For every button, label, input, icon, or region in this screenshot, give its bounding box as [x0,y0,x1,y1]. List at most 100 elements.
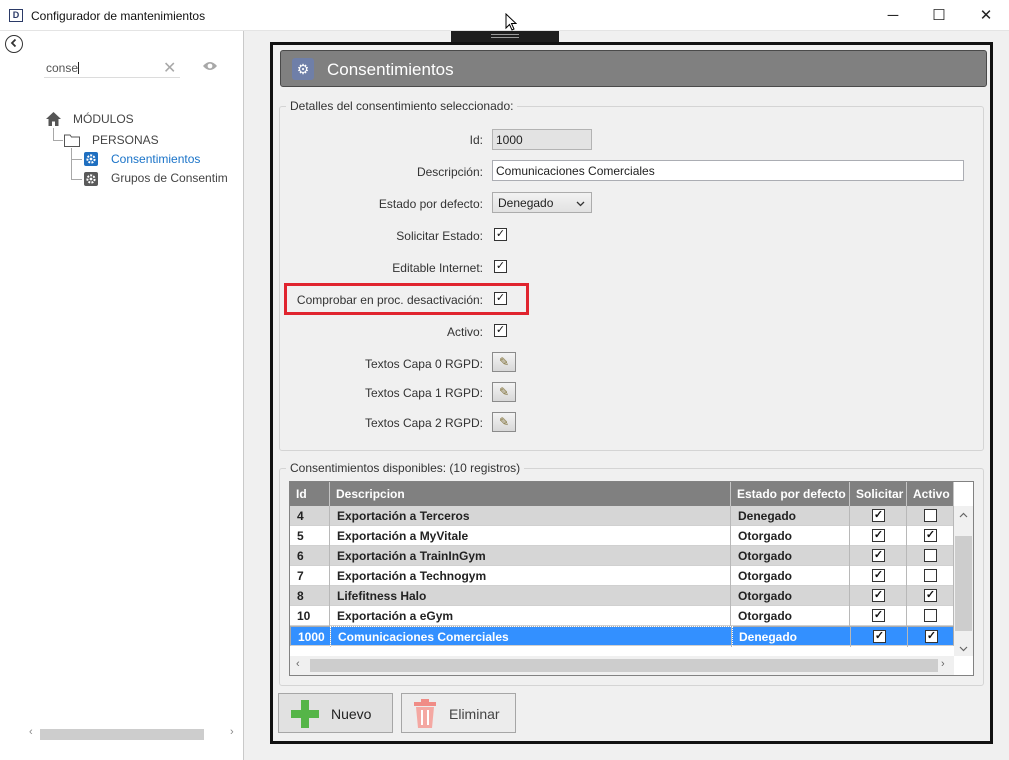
solicitar-checkbox[interactable]: ✓ [872,509,885,522]
consentimientos-table: Id Descripcion Estado por defecto Solici… [289,481,974,676]
textos1-edit-button[interactable]: ✎ [492,382,516,402]
id-field[interactable]: 1000 [492,129,592,150]
cell-estado: Otorgado [731,566,850,586]
column-header-estado[interactable]: Estado por defecto [731,482,850,506]
scroll-left-icon[interactable]: ‹ [29,726,33,738]
textos2-label: Textos Capa 2 RGPD: [364,416,483,430]
cell-id: 5 [290,526,330,546]
textos2-edit-button[interactable]: ✎ [492,412,516,432]
scroll-up-icon[interactable] [959,512,968,518]
back-button[interactable] [5,35,23,53]
tree-connector [53,128,54,140]
table-row[interactable]: 1000 Comunicaciones Comerciales Denegado ✓ ✓ [290,626,955,648]
activo-checkbox[interactable] [924,569,937,582]
cell-id: 4 [290,506,330,526]
scroll-down-icon[interactable] [959,646,968,652]
solicitar-checkbox[interactable]: ✓ [872,549,885,562]
activo-label: Activo: [446,325,483,339]
highlight-box [284,283,529,315]
eye-icon[interactable] [202,60,218,72]
solicitar-checkbox[interactable]: ✓ [494,228,507,241]
scroll-left-icon[interactable]: ‹ [296,658,300,670]
cell-solicitar: ✓ [851,627,908,647]
activo-checkbox[interactable]: ✓ [925,630,938,643]
eliminar-button[interactable]: Eliminar [401,693,516,733]
column-header-id[interactable]: Id [290,482,330,506]
gear-icon [84,172,98,186]
gear-icon: ⚙ [292,58,314,80]
clear-search-icon[interactable]: ✕ [163,58,176,78]
table-row[interactable]: 4 Exportación a Terceros Denegado ✓ [290,506,954,526]
solicitar-checkbox[interactable]: ✓ [872,569,885,582]
table-row[interactable]: 7 Exportación a Technogym Otorgado ✓ [290,566,954,586]
column-header-descripcion[interactable]: Descripcion [330,482,731,506]
tree-root-modulos[interactable]: MÓDULOS [73,112,134,126]
cell-id: 7 [290,566,330,586]
eliminar-button-label: Eliminar [449,706,500,722]
scroll-right-icon[interactable]: › [941,658,945,670]
close-button[interactable]: ✕ [963,0,1009,31]
search-input[interactable]: conse [44,58,180,78]
cell-activo [907,506,954,526]
cell-descripcion: Exportación a eGym [330,606,731,626]
solicitar-label: Solicitar Estado: [396,229,483,243]
tree-item-consentimientos[interactable]: Consentimientos [111,152,200,166]
nuevo-button-label: Nuevo [331,706,372,722]
mouse-cursor-icon [505,13,517,31]
activo-checkbox[interactable]: ✓ [924,529,937,542]
table-vertical-scrollbar[interactable] [954,506,973,656]
scroll-right-icon[interactable]: › [230,726,234,738]
tree-connector [71,159,82,160]
tree-connector [53,140,63,141]
solicitar-checkbox[interactable]: ✓ [872,589,885,602]
plus-icon [291,700,319,728]
column-header-activo[interactable]: Activo [907,482,954,506]
descripcion-field[interactable]: Comunicaciones Comerciales [492,160,964,181]
solicitar-checkbox[interactable]: ✓ [872,529,885,542]
minimize-button[interactable]: ─ [870,0,916,31]
scroll-thumb[interactable] [40,729,204,740]
maximize-button[interactable]: ☐ [916,0,962,31]
nuevo-button[interactable]: Nuevo [278,693,393,733]
table-row[interactable]: 10 Exportación a eGym Otorgado ✓ [290,606,954,626]
estado-label: Estado por defecto: [378,197,483,211]
tree-connector [71,148,72,179]
activo-checkbox[interactable] [924,509,937,522]
tree-item-grupos-consentimientos[interactable]: Grupos de Consentim [111,171,228,185]
activo-checkbox[interactable]: ✓ [494,324,507,337]
solicitar-checkbox[interactable]: ✓ [872,609,885,622]
cell-estado: Otorgado [731,546,850,566]
editable-label: Editable Internet: [392,261,483,275]
cell-descripcion: Exportación a MyVitale [330,526,731,546]
table-horizontal-scrollbar[interactable]: ‹ › [290,656,954,675]
activo-checkbox[interactable] [924,609,937,622]
table-row[interactable]: 8 Lifefitness Halo Otorgado ✓ ✓ [290,586,954,606]
scroll-thumb[interactable] [955,536,972,631]
cell-estado: Otorgado [731,526,850,546]
textos0-label: Textos Capa 0 RGPD: [364,357,483,371]
table-row[interactable]: 5 Exportación a MyVitale Otorgado ✓ ✓ [290,526,954,546]
sidebar-horizontal-scrollbar[interactable]: ‹ › [0,726,243,743]
cell-descripcion: Exportación a TrainInGym [330,546,731,566]
table-row[interactable]: 6 Exportación a TrainInGym Otorgado ✓ [290,546,954,566]
cell-activo [907,546,954,566]
cell-solicitar: ✓ [850,546,907,566]
scroll-thumb[interactable] [310,659,938,672]
cell-descripcion: Comunicaciones Comerciales [330,626,733,648]
cell-estado: Denegado [731,506,850,526]
chevron-down-icon [576,201,585,207]
pencil-icon: ✎ [498,415,510,429]
descripcion-label: Descripción: [416,165,483,179]
solicitar-checkbox[interactable]: ✓ [873,630,886,643]
column-header-solicitar[interactable]: Solicitar [850,482,907,506]
panel-title: Consentimientos [327,60,454,79]
activo-checkbox[interactable]: ✓ [924,589,937,602]
estado-dropdown[interactable]: Denegado [492,192,592,213]
cell-id: 10 [290,606,330,626]
textos0-edit-button[interactable]: ✎ [492,352,516,372]
cell-activo: ✓ [907,526,954,546]
pencil-icon: ✎ [498,355,510,369]
activo-checkbox[interactable] [924,549,937,562]
tree-folder-personas[interactable]: PERSONAS [92,133,159,147]
editable-checkbox[interactable]: ✓ [494,260,507,273]
